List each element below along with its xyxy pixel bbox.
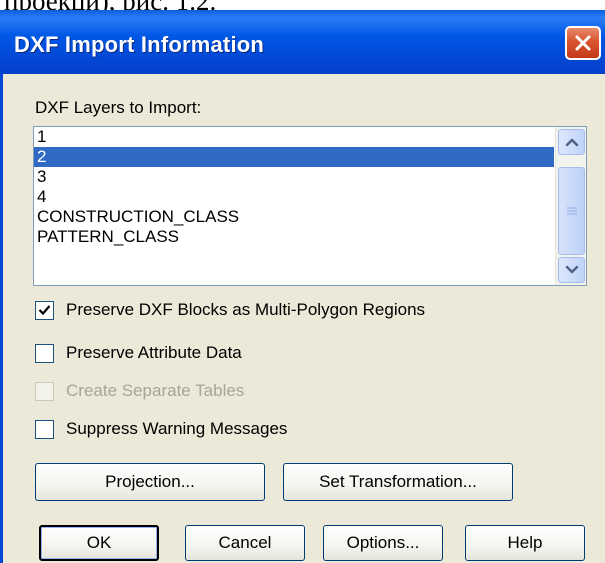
suppress-warnings-option[interactable]: Suppress Warning Messages — [35, 418, 287, 440]
cancel-button[interactable]: Cancel — [185, 525, 305, 561]
layers-label: DXF Layers to Import: — [35, 98, 202, 117]
scroll-grip-icon — [566, 207, 577, 215]
separate-tables-checkbox — [35, 381, 54, 401]
preserve-attributes-checkbox[interactable] — [35, 343, 54, 363]
preserve-blocks-label: Preserve DXF Blocks as Multi-Polygon Reg… — [66, 300, 426, 319]
preserve-attributes-option[interactable]: Preserve Attribute Data — [35, 342, 242, 364]
set-transformation-button[interactable]: Set Transformation... — [283, 463, 513, 501]
dxf-import-dialog: DXF Import Information DXF Layers to Imp… — [0, 10, 605, 563]
scroll-up-button[interactable] — [558, 129, 585, 155]
title-bar[interactable]: DXF Import Information — [0, 10, 605, 74]
preserve-attributes-label: Preserve Attribute Data — [66, 343, 242, 362]
list-item-layer[interactable]: PATTERN_CLASS — [34, 227, 554, 247]
window-title: DXF Import Information — [14, 32, 265, 57]
checkmark-icon — [38, 305, 51, 316]
suppress-warnings-label: Suppress Warning Messages — [66, 419, 288, 438]
projection-button[interactable]: Projection... — [35, 463, 265, 501]
preserve-blocks-checkbox[interactable] — [35, 300, 54, 320]
separate-tables-label: Create Separate Tables — [66, 381, 245, 400]
list-item-layer[interactable]: CONSTRUCTION_CLASS — [34, 207, 554, 227]
scroll-thumb[interactable] — [558, 167, 585, 255]
scroll-down-button[interactable] — [558, 257, 585, 283]
close-button[interactable] — [565, 26, 601, 60]
layers-list: 1 2 3 4 CONSTRUCTION_CLASS PATTERN_CLASS — [34, 127, 554, 247]
close-x-icon — [575, 35, 591, 51]
list-item-layer[interactable]: 1 — [34, 127, 554, 147]
list-item-layer[interactable]: 4 — [34, 187, 554, 207]
list-item-layer[interactable]: 3 — [34, 167, 554, 187]
layers-listbox[interactable]: 1 2 3 4 CONSTRUCTION_CLASS PATTERN_CLASS — [33, 126, 587, 286]
suppress-warnings-checkbox[interactable] — [35, 419, 54, 439]
ok-button[interactable]: OK — [39, 525, 159, 561]
dialog-client-area: DXF Layers to Import: 1 2 3 4 CONSTRUCTI… — [0, 74, 605, 563]
help-button[interactable]: Help — [465, 525, 585, 561]
vertical-scrollbar[interactable] — [555, 127, 586, 285]
preserve-blocks-option[interactable]: Preserve DXF Blocks as Multi-Polygon Reg… — [35, 299, 425, 321]
separate-tables-option: Create Separate Tables — [35, 380, 244, 402]
scroll-down-arrow-icon — [565, 265, 578, 274]
scroll-up-arrow-icon — [565, 138, 578, 147]
options-button[interactable]: Options... — [323, 525, 443, 561]
list-item-layer-selected[interactable]: 2 — [34, 147, 554, 167]
